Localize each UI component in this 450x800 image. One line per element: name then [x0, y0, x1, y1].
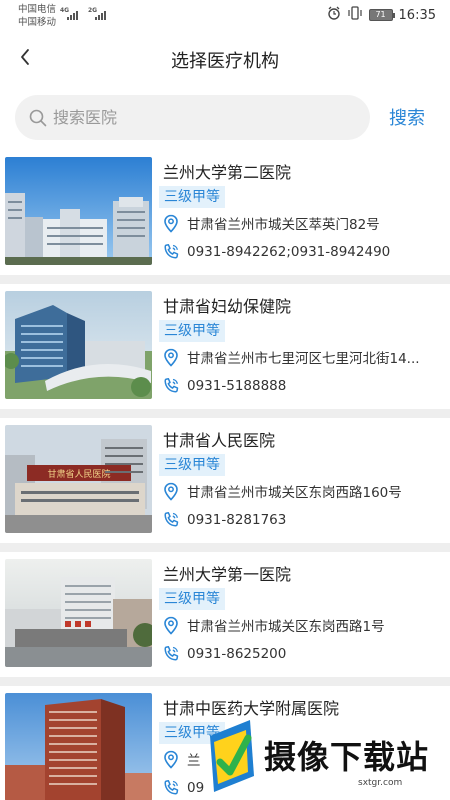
hospital-image: 甘肃省人民医院	[5, 425, 152, 533]
hospital-name: 甘肃省人民医院	[163, 431, 276, 450]
hospital-address: 兰	[187, 753, 201, 769]
battery-icon: 71	[368, 9, 395, 21]
hospital-image	[5, 291, 152, 399]
hospital-phone: 0931-8942262;0931-8942490	[187, 244, 391, 260]
hospital-card[interactable]: 甘肃省妇幼保健院 三级甲等 甘肃省兰州市七里河区七里河北街14... 0931-…	[0, 284, 450, 409]
watermark: 摄像下载站 sxtgr.com	[200, 714, 450, 800]
carrier-1-label: 中国电信	[18, 4, 57, 15]
hospital-level-badge: 三级甲等	[159, 320, 225, 342]
hospital-card[interactable]: 兰州大学第二医院 三级甲等 甘肃省兰州市城关区萃英门82号 0931-89422…	[0, 150, 450, 275]
phone-icon	[161, 242, 181, 262]
search-button[interactable]: 搜索	[389, 104, 425, 130]
header: 选择医疗机构	[0, 30, 450, 86]
alarm-icon	[327, 6, 341, 24]
location-pin-icon	[161, 615, 181, 635]
phone-icon	[161, 778, 181, 798]
watermark-logo-icon	[210, 720, 254, 792]
hospital-phone: 0931-8281763	[187, 512, 287, 528]
hospital-name: 兰州大学第二医院	[163, 163, 292, 182]
hospital-address: 甘肃省兰州市城关区东岗西路160号	[187, 485, 402, 501]
search-bar: 搜索	[0, 86, 450, 150]
location-pin-icon	[161, 481, 181, 501]
location-pin-icon	[161, 749, 181, 769]
hospital-address: 甘肃省兰州市七里河区七里河北街14...	[187, 351, 420, 367]
hospital-level-badge: 三级甲等	[159, 454, 225, 476]
watermark-text: 摄像下载站	[264, 738, 430, 776]
hospital-sign-text: 甘肃省人民医院	[47, 468, 110, 480]
hospital-card[interactable]: 兰州大学第一医院 三级甲等 甘肃省兰州市城关区东岗西路1号 0931-86252…	[0, 552, 450, 677]
hospital-name: 甘肃省妇幼保健院	[163, 297, 292, 316]
hospital-name: 兰州大学第一医院	[163, 565, 292, 584]
hospital-image	[5, 693, 152, 800]
phone-icon	[161, 644, 181, 664]
phone-icon	[161, 510, 181, 530]
search-box[interactable]	[15, 95, 370, 140]
carrier-2-label: 中国移动	[18, 17, 57, 28]
location-pin-icon	[161, 213, 181, 233]
hospital-image	[5, 559, 152, 667]
location-pin-icon	[161, 347, 181, 367]
hospital-address: 甘肃省兰州市城关区萃英门82号	[187, 217, 380, 233]
hospital-level-badge: 三级甲等	[159, 588, 225, 610]
page-title: 选择医疗机构	[171, 51, 279, 72]
clock-label: 16:35	[398, 7, 436, 23]
phone-icon	[161, 376, 181, 396]
hospital-phone: 0931-5188888	[187, 378, 287, 394]
watermark-url: sxtgr.com	[358, 778, 403, 788]
hospital-image	[5, 157, 152, 265]
search-icon	[29, 109, 47, 126]
search-input[interactable]	[53, 108, 343, 127]
signal-1-icon	[67, 10, 78, 20]
hospital-card[interactable]: 甘肃省人民医院 甘肃省人民医院 三级甲等 甘肃省兰州市城关区东岗西路160号 0…	[0, 418, 450, 543]
hospital-phone: 0931-8625200	[187, 646, 287, 662]
hospital-address: 甘肃省兰州市城关区东岗西路1号	[187, 619, 385, 635]
vibrate-icon	[347, 6, 363, 24]
hospital-level-badge: 三级甲等	[159, 186, 225, 208]
status-bar: 中国电信 中国移动 4G 2G 71 16:35	[0, 0, 450, 30]
signal-2-icon	[95, 10, 106, 20]
